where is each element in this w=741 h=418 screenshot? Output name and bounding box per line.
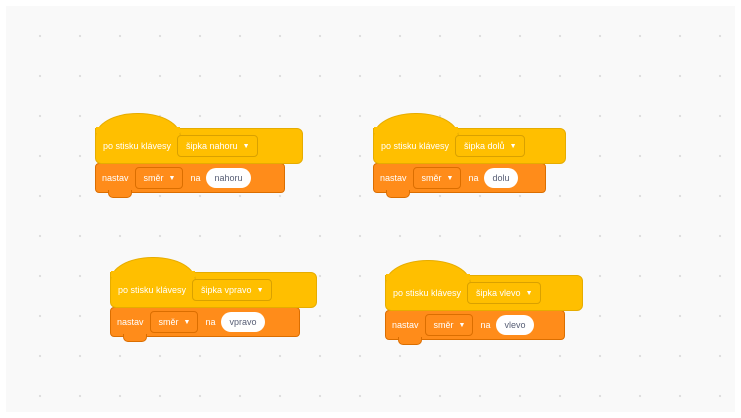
set-direction-block[interactable]: nastav směr ▼ na vpravo <box>110 307 300 342</box>
value-input[interactable]: vpravo <box>221 312 265 332</box>
key-dropdown-value: šipka vpravo <box>201 285 252 295</box>
script-down-arrow[interactable]: po stisku klávesy šipka dolů ▼ nastav sm… <box>373 113 566 198</box>
property-dropdown[interactable]: směr ▼ <box>149 311 199 333</box>
set-label: nastav <box>380 173 407 183</box>
set-label: nastav <box>102 173 129 183</box>
value-input[interactable]: dolu <box>484 168 518 188</box>
property-dropdown-value: směr <box>143 173 164 183</box>
to-label: na <box>190 173 201 183</box>
key-dropdown[interactable]: šipka vpravo ▼ <box>192 279 272 301</box>
key-dropdown[interactable]: šipka vlevo ▼ <box>467 282 541 304</box>
set-direction-block[interactable]: nastav směr ▼ na nahoru <box>95 163 285 198</box>
when-key-pressed-block[interactable]: po stisku klávesy šipka vlevo ▼ <box>385 260 583 311</box>
key-dropdown-value: šipka dolů <box>464 141 505 151</box>
key-dropdown[interactable]: šipka nahoru ▼ <box>177 135 258 157</box>
set-label: nastav <box>392 320 419 330</box>
set-direction-block[interactable]: nastav směr ▼ na dolu <box>373 163 546 198</box>
dropdown-caret-icon: ▼ <box>256 286 264 294</box>
value-input[interactable]: vlevo <box>496 315 534 335</box>
hat-label: po stisku klávesy <box>103 141 172 151</box>
when-key-pressed-block[interactable]: po stisku klávesy šipka nahoru ▼ <box>95 113 303 164</box>
property-dropdown-value: směr <box>158 317 179 327</box>
set-direction-block[interactable]: nastav směr ▼ na vlevo <box>385 310 565 345</box>
key-dropdown-value: šipka nahoru <box>186 141 238 151</box>
dropdown-caret-icon: ▼ <box>183 318 191 326</box>
dropdown-caret-icon: ▼ <box>509 142 517 150</box>
hat-label: po stisku klávesy <box>393 288 462 298</box>
key-dropdown-value: šipka vlevo <box>476 288 521 298</box>
when-key-pressed-block[interactable]: po stisku klávesy šipka vpravo ▼ <box>110 257 317 308</box>
value-input[interactable]: nahoru <box>206 168 251 188</box>
script-up-arrow[interactable]: po stisku klávesy šipka nahoru ▼ nastav … <box>95 113 303 198</box>
property-dropdown[interactable]: směr ▼ <box>424 314 474 336</box>
to-label: na <box>480 320 491 330</box>
to-label: na <box>205 317 216 327</box>
script-canvas[interactable] <box>0 0 741 418</box>
script-left-arrow[interactable]: po stisku klávesy šipka vlevo ▼ nastav s… <box>385 260 583 345</box>
dropdown-caret-icon: ▼ <box>525 289 533 297</box>
dropdown-caret-icon: ▼ <box>446 174 454 182</box>
when-key-pressed-block[interactable]: po stisku klávesy šipka dolů ▼ <box>373 113 566 164</box>
dropdown-caret-icon: ▼ <box>458 321 466 329</box>
key-dropdown[interactable]: šipka dolů ▼ <box>455 135 525 157</box>
dropdown-caret-icon: ▼ <box>168 174 176 182</box>
to-label: na <box>468 173 479 183</box>
script-right-arrow[interactable]: po stisku klávesy šipka vpravo ▼ nastav … <box>110 257 317 342</box>
property-dropdown-value: směr <box>421 173 442 183</box>
property-dropdown[interactable]: směr ▼ <box>134 167 184 189</box>
property-dropdown-value: směr <box>433 320 454 330</box>
hat-label: po stisku klávesy <box>118 285 187 295</box>
hat-label: po stisku klávesy <box>381 141 450 151</box>
dropdown-caret-icon: ▼ <box>242 142 250 150</box>
set-label: nastav <box>117 317 144 327</box>
property-dropdown[interactable]: směr ▼ <box>412 167 462 189</box>
